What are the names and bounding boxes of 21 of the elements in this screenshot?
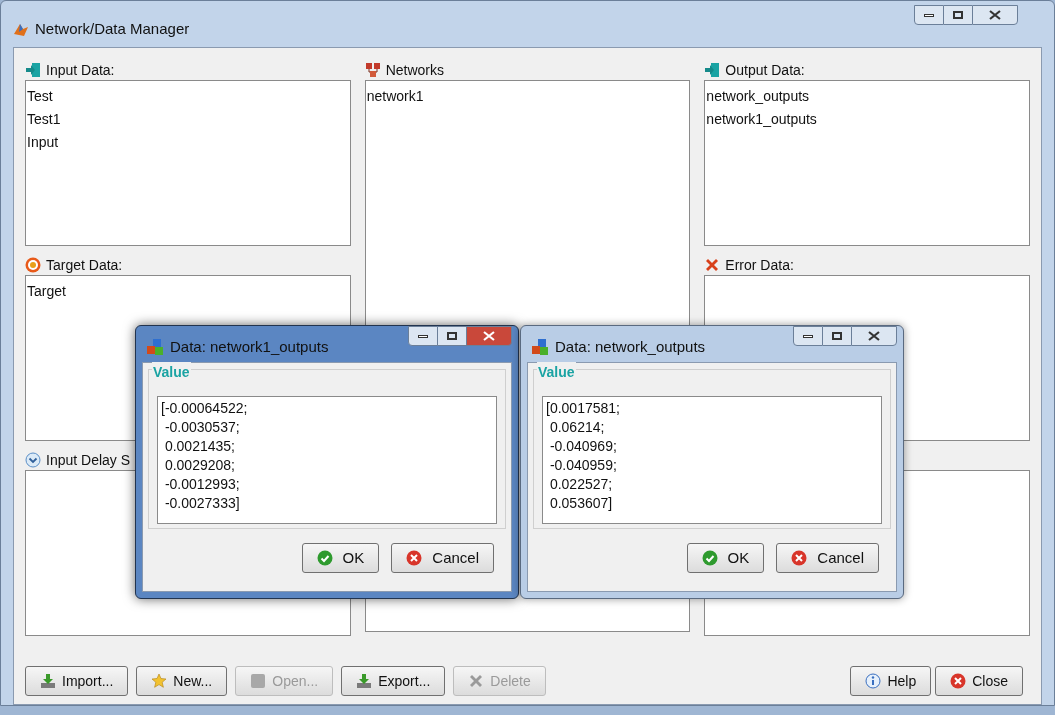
window-title: Network/Data Manager xyxy=(35,19,190,39)
panel-label: Networks xyxy=(385,60,445,80)
value-line: -0.0030537; xyxy=(163,418,241,437)
value-line: [-0.00064522; xyxy=(161,399,249,418)
value-line: -0.0012993; xyxy=(163,475,241,494)
panel-label: Output Data: xyxy=(725,60,805,80)
value-line: 0.06214; xyxy=(548,418,606,437)
panel-label: Input Data: xyxy=(46,60,115,80)
value-line: 0.022527; xyxy=(548,475,614,494)
panel-label: Error Data: xyxy=(725,255,794,275)
value-line: -0.0027333] xyxy=(163,494,241,513)
dialog-title: Data: network1_outputs xyxy=(170,337,329,357)
value-line: 0.0029208; xyxy=(163,456,236,475)
value-line: -0.040969; xyxy=(548,437,618,456)
dialog-title: Data: network_outputs xyxy=(555,337,706,357)
panel-label: Input Delay S xyxy=(46,450,131,470)
panel-label: Target Data: xyxy=(46,255,123,275)
value-line: 0.0021435; xyxy=(163,437,236,456)
value-line: -0.040959; xyxy=(548,456,618,475)
value-line: [0.0017581; xyxy=(546,399,621,418)
value-line: 0.053607] xyxy=(548,494,614,513)
